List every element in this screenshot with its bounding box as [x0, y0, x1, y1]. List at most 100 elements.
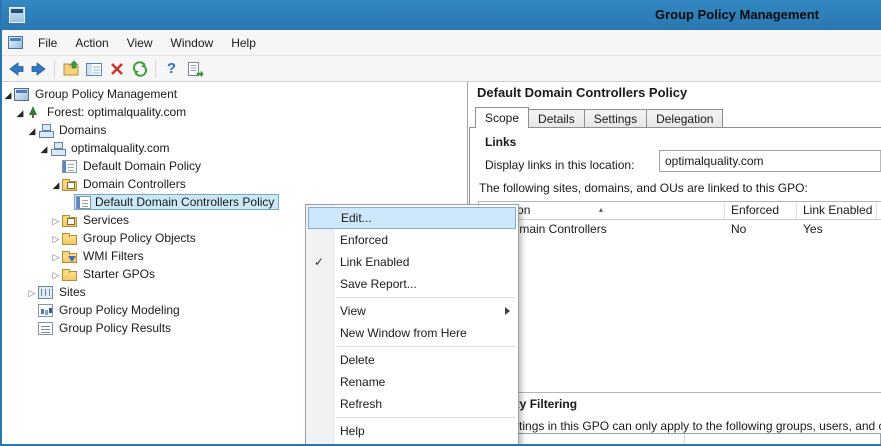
help-icon[interactable]: ?	[160, 58, 183, 80]
expand-icon[interactable]	[14, 105, 26, 119]
tree-item-domain-controllers[interactable]: Domain Controllers	[0, 175, 467, 193]
expand-icon[interactable]	[26, 285, 38, 299]
column-header-spacer	[877, 202, 881, 219]
context-menu-item-new-window[interactable]: New Window from Here	[306, 322, 518, 344]
menu-help[interactable]: Help	[222, 32, 265, 54]
details-pane: Default Domain Controllers Policy Scope …	[468, 82, 881, 446]
ou-folder-icon	[62, 181, 77, 191]
row-location: Domain Controllers	[504, 222, 607, 236]
context-menu-item-rename[interactable]: Rename	[306, 371, 518, 393]
selected-tree-item[interactable]: Default Domain Controllers Policy	[74, 194, 279, 210]
context-menu-item-view[interactable]: View	[306, 300, 518, 322]
results-icon	[38, 322, 53, 335]
tab-details[interactable]: Details	[528, 109, 585, 128]
tree-item-default-domain-policy[interactable]: Default Domain Policy	[0, 157, 467, 175]
menu-separator	[336, 346, 516, 347]
expand-icon[interactable]	[38, 141, 50, 155]
tree-item-label: Default Domain Policy	[80, 158, 204, 174]
tab-strip: Scope Details Settings Delegation	[475, 107, 722, 128]
tree-item-domains[interactable]: Domains	[0, 121, 467, 139]
scope-tab-page: Links Display links in this location: op…	[469, 127, 881, 446]
console-tree-icon[interactable]	[82, 58, 105, 80]
tree-item-label: optimalquality.com	[68, 140, 172, 156]
forest-icon	[26, 106, 41, 119]
window-border-left	[0, 0, 2, 446]
linked-gpo-caption: The following sites, domains, and OUs ar…	[479, 181, 808, 195]
context-menu: Edit... Enforced ✓ Link Enabled Save Rep…	[305, 204, 519, 445]
window-title: Group Policy Management	[655, 7, 819, 22]
table-row[interactable]: Domain Controllers No Yes	[479, 220, 881, 237]
context-menu-item-edit[interactable]: Edit...	[308, 207, 516, 229]
tab-delegation[interactable]: Delegation	[646, 109, 723, 128]
context-menu-item-delete[interactable]: Delete	[306, 349, 518, 371]
console-icon[interactable]	[8, 36, 23, 49]
expand-icon[interactable]	[2, 87, 14, 101]
context-menu-item-refresh[interactable]: Refresh	[306, 393, 518, 415]
tree-item-domain-optimalquality[interactable]: optimalquality.com	[0, 139, 467, 157]
gpo-icon	[62, 160, 77, 173]
expand-icon[interactable]	[50, 231, 62, 245]
column-header-link-enabled[interactable]: Link Enabled	[797, 202, 877, 219]
expand-icon[interactable]	[50, 177, 62, 191]
refresh-icon[interactable]	[128, 58, 151, 80]
tree-item-label: Group Policy Management	[32, 86, 180, 102]
tree-item-label: Default Domain Controllers Policy	[93, 195, 276, 209]
delete-icon[interactable]	[105, 58, 128, 80]
tree-item-label: Group Policy Objects	[80, 230, 199, 246]
folder-icon	[62, 235, 77, 245]
row-link-enabled: Yes	[797, 222, 877, 236]
menu-window[interactable]: Window	[162, 32, 223, 54]
tree-item-group-policy-management[interactable]: Group Policy Management	[0, 85, 467, 103]
gpo-icon	[76, 196, 91, 209]
tree-item-label: Group Policy Results	[56, 320, 174, 336]
menu-file[interactable]: File	[29, 32, 66, 54]
tree-item-label: WMI Filters	[80, 248, 147, 264]
links-table: Location ▲ Enforced Link Enabled Domain …	[478, 201, 881, 393]
menu-action[interactable]: Action	[66, 32, 117, 54]
gpm-console-icon	[14, 88, 29, 101]
tab-scope[interactable]: Scope	[475, 107, 529, 128]
up-level-icon[interactable]	[59, 58, 82, 80]
row-enforced: No	[725, 222, 797, 236]
context-menu-item-help[interactable]: Help	[306, 420, 518, 442]
app-icon	[9, 7, 25, 23]
toolbar-separator	[155, 60, 156, 78]
expand-icon[interactable]	[50, 267, 62, 281]
context-menu-item-enforced[interactable]: Enforced	[306, 229, 518, 251]
tree-item-label: Sites	[56, 284, 89, 300]
title-bar: Group Policy Management	[0, 0, 881, 30]
tree-item-label: Domains	[56, 122, 109, 138]
expand-icon[interactable]	[26, 123, 38, 137]
folder-icon	[62, 271, 77, 281]
menu-view[interactable]: View	[118, 32, 162, 54]
tree-item-label: Domain Controllers	[80, 176, 189, 192]
domain-icon	[50, 142, 65, 155]
column-header-enforced[interactable]: Enforced	[725, 202, 797, 219]
tree-item-label: Group Policy Modeling	[56, 302, 183, 318]
expand-icon[interactable]	[50, 213, 62, 227]
checkmark-icon: ✓	[314, 251, 324, 273]
domains-icon	[38, 124, 53, 137]
tree-item-forest[interactable]: Forest: optimalquality.com	[0, 103, 467, 121]
tree-item-label: Forest: optimalquality.com	[44, 104, 189, 120]
display-links-label: Display links in this location:	[485, 158, 634, 172]
security-filtering-caption: The settings in this GPO can only apply …	[479, 419, 881, 433]
tree-item-label: Services	[80, 212, 132, 228]
location-dropdown[interactable]: optimalquality.com	[659, 150, 881, 172]
context-menu-item-save-report[interactable]: Save Report...	[306, 273, 518, 295]
menu-bar: File Action View Window Help	[0, 30, 881, 56]
gpmc-window: Group Policy Management File Action View…	[0, 0, 881, 446]
sort-asc-icon: ▲	[598, 202, 605, 219]
tab-settings[interactable]: Settings	[584, 109, 647, 128]
submenu-arrow-icon	[505, 307, 510, 315]
expand-icon[interactable]	[50, 249, 62, 263]
links-table-header: Location ▲ Enforced Link Enabled	[479, 202, 881, 220]
location-dropdown-value: optimalquality.com	[665, 154, 763, 168]
forward-icon[interactable]	[27, 58, 50, 80]
context-menu-item-link-enabled[interactable]: ✓ Link Enabled	[306, 251, 518, 273]
toolbar: ?	[0, 56, 881, 82]
gpo-title: Default Domain Controllers Policy	[477, 85, 687, 100]
back-icon[interactable]	[4, 58, 27, 80]
links-heading: Links	[485, 135, 516, 149]
export-list-icon[interactable]	[183, 58, 206, 80]
